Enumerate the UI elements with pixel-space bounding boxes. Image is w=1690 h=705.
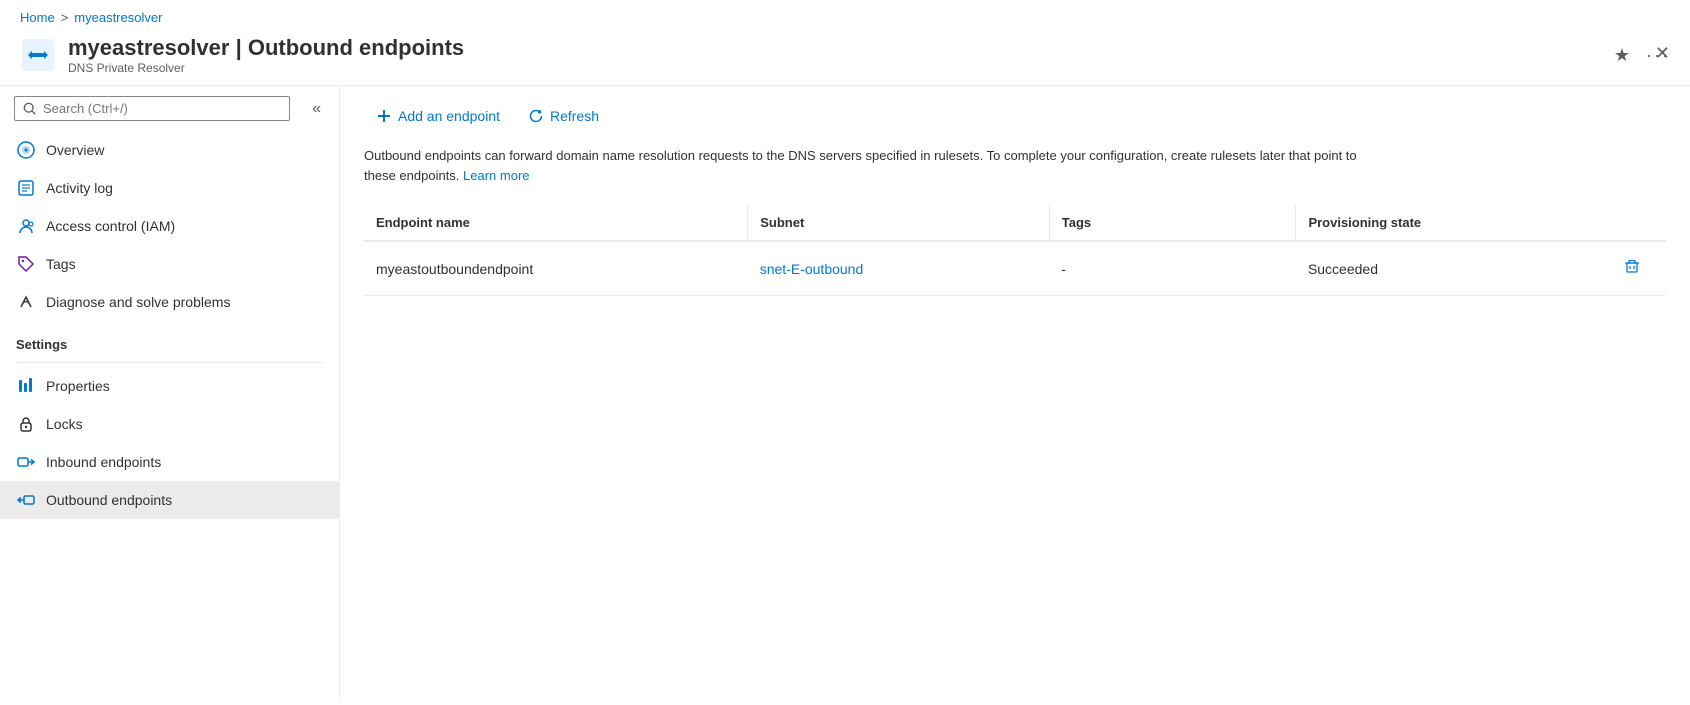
breadcrumb-current[interactable]: myeastresolver: [74, 10, 162, 25]
nav-locks[interactable]: Locks: [0, 405, 339, 443]
tags-label: Tags: [46, 256, 76, 272]
nav-properties[interactable]: Properties: [0, 367, 339, 405]
properties-label: Properties: [46, 378, 110, 394]
nav-outbound-endpoints[interactable]: Outbound endpoints: [0, 481, 339, 519]
refresh-button[interactable]: Refresh: [516, 102, 611, 130]
page-header: myeastresolver | Outbound endpoints DNS …: [0, 29, 1690, 86]
refresh-icon: [528, 108, 544, 124]
search-input[interactable]: [43, 101, 281, 116]
nav-overview[interactable]: Overview: [0, 131, 339, 169]
endpoint-name-cell: myeastoutboundendpoint: [364, 241, 748, 296]
header-title-block: myeastresolver | Outbound endpoints DNS …: [68, 35, 1598, 75]
settings-section-header: Settings: [0, 321, 339, 358]
nav-access-control[interactable]: Access control (IAM): [0, 207, 339, 245]
tags-cell: -: [1049, 241, 1296, 296]
add-endpoint-label: Add an endpoint: [398, 108, 500, 124]
nav-diagnose[interactable]: Diagnose and solve problems: [0, 283, 339, 321]
access-control-icon: [16, 216, 36, 236]
activity-log-label: Activity log: [46, 180, 113, 196]
overview-label: Overview: [46, 142, 104, 158]
search-icon: [23, 102, 37, 116]
activity-log-icon: [16, 178, 36, 198]
table-body: myeastoutboundendpoint snet-E-outbound -…: [364, 241, 1666, 296]
outbound-endpoints-icon: [16, 490, 36, 510]
collapse-button[interactable]: «: [304, 96, 329, 122]
nav-activity-log[interactable]: Activity log: [0, 169, 339, 207]
toolbar: Add an endpoint Refresh: [364, 102, 1666, 130]
close-button[interactable]: ✕: [1655, 43, 1670, 64]
settings-divider: [16, 362, 323, 363]
col-header-provisioning-state: Provisioning state: [1296, 205, 1598, 241]
inbound-endpoints-icon: [16, 452, 36, 472]
properties-icon: [16, 376, 36, 396]
locks-label: Locks: [46, 416, 83, 432]
sidebar: « Overview Activity: [0, 86, 340, 701]
add-icon: [376, 108, 392, 124]
overview-icon: [16, 140, 36, 160]
col-header-subnet: Subnet: [748, 205, 1050, 241]
table-header: Endpoint name Subnet Tags Provisioning s…: [364, 205, 1666, 241]
page-title: myeastresolver | Outbound endpoints: [68, 35, 1598, 61]
outbound-endpoints-label: Outbound endpoints: [46, 492, 172, 508]
delete-icon: [1624, 258, 1640, 274]
nav-inbound-endpoints[interactable]: Inbound endpoints: [0, 443, 339, 481]
description: Outbound endpoints can forward domain na…: [364, 146, 1364, 185]
search-box[interactable]: [14, 96, 290, 121]
resource-icon: [20, 37, 56, 73]
diagnose-label: Diagnose and solve problems: [46, 294, 230, 310]
learn-more-link[interactable]: Learn more: [463, 168, 529, 183]
breadcrumb: Home > myeastresolver: [0, 0, 1690, 29]
col-header-action: [1597, 205, 1666, 241]
page-subtitle: DNS Private Resolver: [68, 61, 1598, 75]
subnet-cell: snet-E-outbound: [748, 241, 1050, 296]
subnet-link[interactable]: snet-E-outbound: [760, 261, 864, 277]
breadcrumb-separator: >: [61, 10, 69, 25]
col-header-endpoint-name: Endpoint name: [364, 205, 748, 241]
add-endpoint-button[interactable]: Add an endpoint: [364, 102, 512, 130]
access-control-label: Access control (IAM): [46, 218, 175, 234]
locks-icon: [16, 414, 36, 434]
breadcrumb-home[interactable]: Home: [20, 10, 55, 25]
favorite-icon[interactable]: ★: [1614, 45, 1630, 66]
main-layout: « Overview Activity: [0, 86, 1690, 701]
endpoints-table: Endpoint name Subnet Tags Provisioning s…: [364, 205, 1666, 296]
main-content: Add an endpoint Refresh Outbound endpoin…: [340, 86, 1690, 701]
delete-button[interactable]: [1620, 254, 1644, 283]
provisioning-state-cell: Succeeded: [1296, 241, 1598, 296]
tags-icon: [16, 254, 36, 274]
col-header-tags: Tags: [1049, 205, 1296, 241]
inbound-endpoints-label: Inbound endpoints: [46, 454, 161, 470]
action-cell: [1597, 241, 1666, 296]
nav-tags[interactable]: Tags: [0, 245, 339, 283]
diagnose-icon: [16, 292, 36, 312]
refresh-label: Refresh: [550, 108, 599, 124]
table-row: myeastoutboundendpoint snet-E-outbound -…: [364, 241, 1666, 296]
